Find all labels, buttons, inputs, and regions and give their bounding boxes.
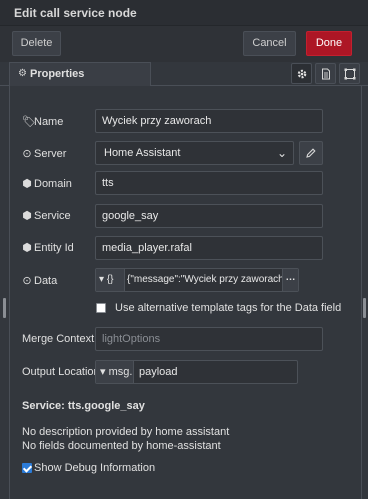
dialog-title: Edit call service node xyxy=(14,6,137,20)
cancel-button[interactable]: Cancel xyxy=(243,31,296,56)
service-label: ⬢ Service xyxy=(22,210,71,222)
chevron-down-icon: ⌄ xyxy=(276,146,287,160)
debug-label: Show Debug Information xyxy=(34,462,156,474)
domain-label: ⬢ Domain xyxy=(22,178,72,190)
tab-properties[interactable]: ⚙ Properties xyxy=(9,62,151,86)
file-text-icon xyxy=(322,68,330,80)
merge-context-input[interactable]: lightOptions xyxy=(95,327,323,351)
data-input[interactable]: ▾ {} {"message":"Wyciek przy zaworach! … xyxy=(95,268,299,292)
description-tab[interactable] xyxy=(315,63,336,84)
output-location-label: Output Location xyxy=(22,366,100,378)
no-fields-text: No fields documented by home-assistant xyxy=(22,440,221,452)
cube-icon: ⬢ xyxy=(22,242,32,254)
output-type-select[interactable]: ▾ msg. xyxy=(96,361,134,383)
data-type-select[interactable]: ▾ {} xyxy=(96,269,125,291)
entity-id-input[interactable]: media_player.rafal xyxy=(95,236,323,260)
tab-properties-label: Properties xyxy=(30,68,85,80)
dialog-button-bar: Delete Cancel Done xyxy=(0,26,368,62)
pencil-icon xyxy=(306,148,316,158)
output-type-label: msg. xyxy=(108,366,133,378)
domain-input[interactable]: tts xyxy=(95,171,323,195)
service-info: Service: tts.google_say xyxy=(22,400,145,412)
appearance-icon xyxy=(344,68,356,80)
cube-icon: ⬢ xyxy=(22,210,32,222)
server-value: Home Assistant xyxy=(104,147,181,159)
alt-template-label: Use alternative template tags for the Da… xyxy=(115,302,342,314)
cube-icon: ⬢ xyxy=(22,178,32,190)
caret-down-icon: ▾ xyxy=(99,274,105,285)
caret-down-icon: ▾ xyxy=(100,366,106,378)
gear-icon xyxy=(297,69,307,79)
no-description-text: No description provided by home assistan… xyxy=(22,426,230,438)
dialog-titlebar: Edit call service node xyxy=(0,0,368,26)
data-value: {"message":"Wyciek przy zaworach! xyxy=(127,274,282,285)
debug-checkbox[interactable] xyxy=(22,463,32,473)
merge-context-label: Merge Context xyxy=(22,333,95,345)
service-input[interactable]: google_say xyxy=(95,204,323,228)
tab-row: ⚙ Properties xyxy=(0,62,368,86)
node-settings-tab[interactable] xyxy=(291,63,312,84)
right-resize-handle[interactable] xyxy=(363,298,366,318)
data-type-label: {} xyxy=(106,274,114,285)
entity-id-label: ⬢ Entity Id xyxy=(22,242,74,254)
output-location-input[interactable]: ▾ msg. payload xyxy=(95,360,298,384)
delete-button[interactable]: Delete xyxy=(12,31,61,56)
server-select[interactable]: Home Assistant ⌄ xyxy=(95,141,294,165)
alt-template-checkbox[interactable] xyxy=(96,303,106,313)
name-label: 🏷Name xyxy=(22,116,64,128)
name-input[interactable]: Wyciek przy zaworach xyxy=(95,109,323,133)
dot-circle-icon: ⊙ xyxy=(22,275,32,287)
left-resize-handle[interactable] xyxy=(3,298,6,318)
done-button[interactable]: Done xyxy=(306,31,352,56)
expand-editor-button[interactable]: … xyxy=(282,269,298,291)
server-label: ⊙ Server xyxy=(22,148,67,160)
output-location-value: payload xyxy=(139,366,178,378)
data-label: ⊙ Data xyxy=(22,275,58,287)
edit-server-button[interactable] xyxy=(299,141,323,165)
dot-circle-icon: ⊙ xyxy=(22,148,32,160)
gear-icon: ⚙ xyxy=(18,68,27,79)
appearance-tab[interactable] xyxy=(339,63,360,84)
tag-icon: 🏷 xyxy=(22,116,36,128)
